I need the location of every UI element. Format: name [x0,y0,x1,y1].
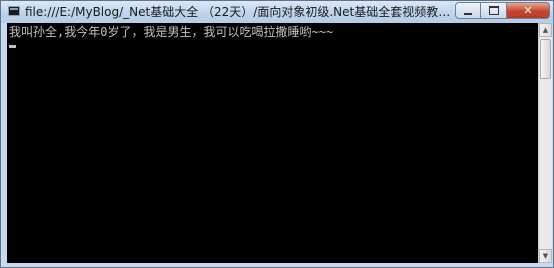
scrollbar-thumb[interactable] [540,39,551,79]
maximize-button[interactable] [481,2,507,19]
scroll-up-arrow-icon: ▲ [542,26,549,34]
console-output-line: 我叫孙全,我今年0岁了，我是男生，我可以吃喝拉撒睡哟~~~ [9,25,334,39]
scroll-down-arrow-icon: ▼ [542,252,549,260]
scroll-up-button[interactable]: ▲ [539,23,552,37]
console-output[interactable]: 我叫孙全,我今年0岁了，我是男生，我可以吃喝拉撒睡哟~~~ [7,23,538,263]
console-app-icon[interactable] [8,6,20,16]
console-window: file:///E:/MyBlog/_Net基础大全 （22天）/面向对象初级.… [0,0,554,268]
window-controls: ✕ [455,2,550,20]
scroll-down-button[interactable]: ▼ [539,249,552,263]
maximize-icon [488,6,499,15]
vertical-scrollbar[interactable]: ▲ ▼ [538,23,552,263]
window-title: file:///E:/MyBlog/_Net基础大全 （22天）/面向对象初级.… [25,5,455,19]
title-bar[interactable]: file:///E:/MyBlog/_Net基础大全 （22天）/面向对象初级.… [1,1,553,23]
minimize-button[interactable] [455,2,481,19]
close-icon: ✕ [523,4,533,17]
minimize-icon [464,12,472,15]
console-cursor [9,45,16,48]
close-button[interactable]: ✕ [507,2,550,19]
